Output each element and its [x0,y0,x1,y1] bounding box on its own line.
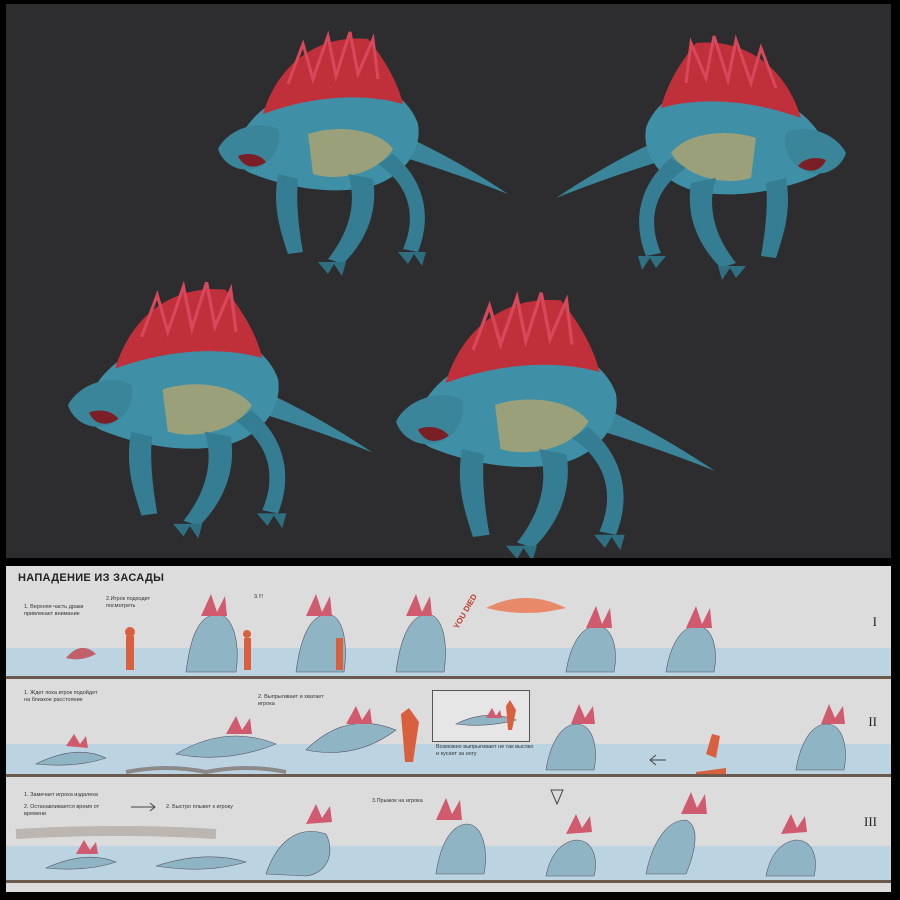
row-numeral-2: II [868,714,877,729]
ambush-storyboard: НАПАДЕНИЕ ИЗ ЗАСАДЫ 1. Верхняя часть дра… [6,566,891,892]
creature-render-panel [6,4,891,558]
row1-sketches [66,594,716,673]
creature-renders [66,30,848,558]
row3-sketches [15,789,816,877]
row-numeral-3: III [864,814,877,829]
storyboard-title: НАПАДЕНИЕ ИЗ ЗАСАДЫ [18,572,165,584]
row-numeral-1: I [872,614,877,629]
row2-sketches [34,700,846,775]
storyboard-row-2: 1. Ждет пока игрок подойдет на близкое р… [6,684,891,780]
storyboard-row-3: 1. Замечает игрока издалека 2. Останавли… [6,784,891,888]
storyboard-row-1: 1. Верхняя часть драки привлекает вниман… [6,588,891,680]
player-figure [126,636,134,670]
